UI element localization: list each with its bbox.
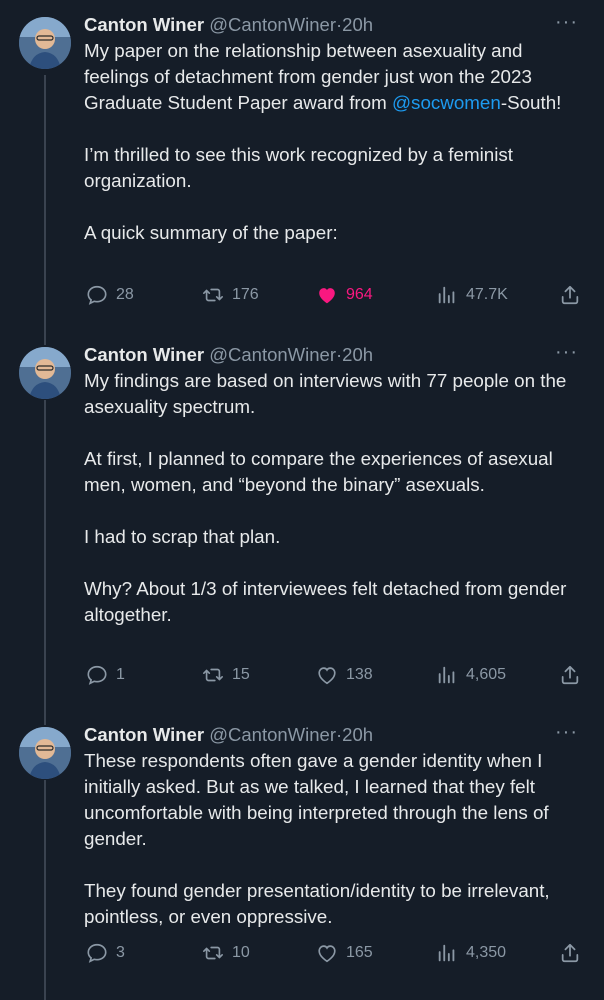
avatar[interactable] <box>19 727 71 779</box>
tweet-paragraph: My paper on the relationship between ase… <box>84 38 589 116</box>
repost-button[interactable]: 10 <box>202 942 250 964</box>
tweet[interactable]: Canton Winer @CantonWiner·20h ··· These … <box>0 722 604 982</box>
tweet-paragraph: These respondents often gave a gender id… <box>84 750 549 849</box>
repost-button[interactable]: 176 <box>202 284 259 306</box>
more-icon[interactable]: ··· <box>555 342 578 362</box>
tweet-header: Canton Winer @CantonWiner·20h <box>84 12 373 38</box>
text-span: -South! <box>500 92 562 113</box>
repost-icon <box>203 668 223 682</box>
share-button[interactable] <box>559 664 581 686</box>
share-icon <box>561 943 579 963</box>
like-count: 165 <box>346 944 373 961</box>
repost-icon <box>203 288 223 302</box>
repost-count: 15 <box>232 666 250 683</box>
view-count: 4,605 <box>466 666 507 683</box>
like-icon <box>318 945 336 963</box>
tweet-text: My findings are based on interviews with… <box>84 368 589 628</box>
author-name[interactable]: Canton Winer <box>84 14 204 35</box>
repost-button[interactable]: 15 <box>202 664 250 686</box>
tweet-text: These respondents often gave a gender id… <box>84 748 589 930</box>
author-name[interactable]: Canton Winer <box>84 724 204 745</box>
avatar[interactable] <box>19 17 71 69</box>
share-button[interactable] <box>559 284 581 306</box>
reply-button[interactable]: 28 <box>86 284 134 306</box>
views-icon <box>438 666 455 684</box>
tweet-paragraph: I had to scrap that plan. <box>84 526 281 547</box>
timestamp[interactable]: 20h <box>342 724 373 745</box>
views-button[interactable]: 47.7K <box>436 284 508 306</box>
tweet-header: Canton Winer @CantonWiner·20h <box>84 722 373 748</box>
share-icon <box>561 285 579 305</box>
tweet[interactable]: Canton Winer @CantonWiner·20h ··· My fin… <box>0 342 604 702</box>
avatar[interactable] <box>19 347 71 399</box>
avatar-image <box>19 347 71 399</box>
mention-link[interactable]: @socwomen <box>392 92 501 113</box>
tweet-text: My paper on the relationship between ase… <box>84 38 589 246</box>
author-handle[interactable]: @CantonWiner <box>209 344 336 365</box>
repost-count: 10 <box>232 944 250 961</box>
reply-button[interactable]: 3 <box>86 942 125 964</box>
reply-button[interactable]: 1 <box>86 664 125 686</box>
repost-count: 176 <box>232 286 259 303</box>
author-name[interactable]: Canton Winer <box>84 344 204 365</box>
tweet-paragraph: Why? About 1/3 of interviewees felt deta… <box>84 578 567 625</box>
action-bar: 28 176 964 47.7K <box>84 284 584 310</box>
share-icon <box>561 665 579 685</box>
like-count: 138 <box>346 666 373 683</box>
reply-icon <box>87 665 107 685</box>
reply-icon <box>87 285 107 305</box>
tweet-paragraph: They found gender presentation/identity … <box>84 880 550 927</box>
repost-icon <box>203 946 223 960</box>
tweet-paragraph: At first, I planned to compare the exper… <box>84 448 553 495</box>
view-count: 47.7K <box>466 286 508 303</box>
views-icon <box>438 286 455 304</box>
timestamp[interactable]: 20h <box>342 344 373 365</box>
share-button[interactable] <box>559 942 581 964</box>
more-icon[interactable]: ··· <box>555 12 578 32</box>
like-button[interactable]: 165 <box>316 942 373 964</box>
views-icon <box>438 944 455 962</box>
views-button[interactable]: 4,605 <box>436 664 506 686</box>
tweet-paragraph: My findings are based on interviews with… <box>84 370 567 417</box>
tweet-paragraph: I’m thrilled to see this work recognized… <box>84 144 514 191</box>
more-icon[interactable]: ··· <box>555 722 578 742</box>
views-button[interactable]: 4,350 <box>436 942 506 964</box>
like-icon <box>319 288 335 304</box>
like-count: 964 <box>346 286 373 303</box>
avatar-image <box>19 17 71 69</box>
reply-count: 3 <box>116 944 125 961</box>
tweet-header: Canton Winer @CantonWiner·20h <box>84 342 373 368</box>
reply-count: 1 <box>116 666 125 683</box>
author-handle[interactable]: @CantonWiner <box>209 14 336 35</box>
view-count: 4,350 <box>466 944 507 961</box>
like-button[interactable]: 964 <box>316 284 373 306</box>
timestamp[interactable]: 20h <box>342 14 373 35</box>
avatar-image <box>19 727 71 779</box>
action-bar: 1 15 138 4,605 <box>84 664 584 690</box>
tweet[interactable]: Canton Winer @CantonWiner·20h ··· My pap… <box>0 12 604 317</box>
tweet-paragraph: A quick summary of the paper: <box>84 222 338 243</box>
author-handle[interactable]: @CantonWiner <box>209 724 336 745</box>
like-button[interactable]: 138 <box>316 664 373 686</box>
reply-count: 28 <box>116 286 134 303</box>
like-icon <box>318 667 336 685</box>
reply-icon <box>87 943 107 963</box>
action-bar: 3 10 165 4,350 <box>84 942 584 968</box>
